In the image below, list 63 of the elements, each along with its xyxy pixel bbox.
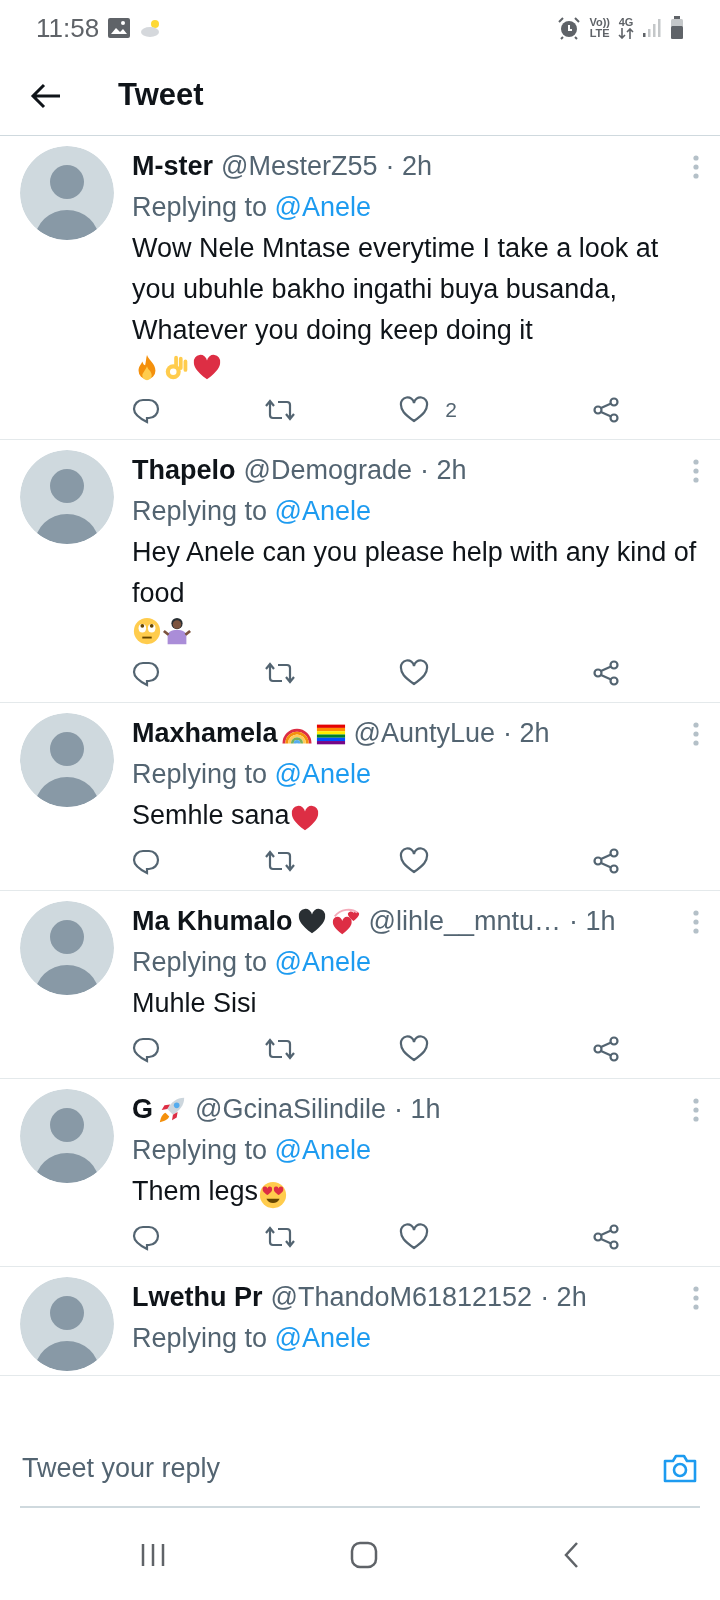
network-label: 4G	[618, 16, 634, 28]
like-icon[interactable]	[399, 396, 430, 424]
data-arrows-icon	[618, 28, 634, 40]
user-handle[interactable]: @lihle__mntu…	[368, 901, 561, 942]
user-handle[interactable]: @GcinaSilindile	[195, 1089, 386, 1130]
post-time: · 1h	[394, 1093, 441, 1126]
like-icon[interactable]	[399, 659, 430, 687]
face-icon	[132, 616, 162, 646]
user-handle[interactable]: @AuntyLue	[353, 713, 496, 754]
clock-time: 11:58	[36, 11, 100, 45]
reply-icon[interactable]	[132, 659, 160, 687]
reply-icon[interactable]	[132, 1223, 160, 1251]
post-time: · 2h	[540, 1281, 587, 1314]
camera-icon[interactable]	[662, 1452, 698, 1484]
tweet-text: Semhle sana	[132, 799, 290, 832]
replying-to-text: Replying to @Anele	[132, 946, 373, 979]
like-icon[interactable]	[399, 1223, 430, 1251]
volte-label: Vo))	[589, 17, 610, 28]
lte-label: LTE	[589, 28, 610, 39]
page-title: Tweet	[118, 76, 204, 115]
user-handle[interactable]: @ThandoM61812152	[270, 1277, 533, 1318]
face-icon	[258, 1180, 289, 1210]
user-name[interactable]: Ma Khumalo	[132, 901, 293, 942]
like-count: 2	[445, 397, 457, 424]
signal-icon	[642, 18, 662, 38]
person-icon	[162, 616, 192, 646]
user-handle[interactable]: @MesterZ55	[221, 146, 378, 187]
post-time: · 2h	[420, 454, 467, 487]
replying-to-text: Replying to @Anele	[132, 758, 373, 791]
user-handle[interactable]: @Demograde	[243, 450, 412, 491]
like-icon[interactable]	[399, 1035, 430, 1063]
share-icon[interactable]	[591, 847, 620, 875]
post-time: · 1h	[569, 905, 616, 938]
share-icon[interactable]	[591, 396, 620, 424]
post-time: · 2h	[385, 150, 432, 183]
reply-icon[interactable]	[132, 396, 160, 424]
share-icon[interactable]	[591, 1035, 620, 1063]
alarm-icon	[557, 16, 582, 40]
like-icon[interactable]	[399, 847, 430, 875]
reply-icon[interactable]	[132, 1035, 160, 1063]
hearts-icon	[330, 906, 361, 937]
user-name[interactable]: Maxhamela	[132, 713, 278, 754]
battery-icon	[670, 16, 684, 40]
user-name[interactable]: Thapelo	[132, 450, 236, 491]
share-icon[interactable]	[591, 659, 620, 687]
tweet-text: Muhle Sisi	[132, 987, 257, 1020]
home-icon[interactable]	[349, 1540, 379, 1570]
share-icon[interactable]	[591, 1223, 620, 1251]
recent-apps-icon[interactable]	[139, 1542, 167, 1568]
replying-to-text: Replying to @Anele	[132, 1134, 373, 1167]
replying-to-text: Replying to @Anele	[132, 191, 373, 224]
replying-to-text: Replying to @Anele	[132, 1322, 373, 1355]
user-name[interactable]: M-ster	[132, 146, 213, 187]
image-icon	[107, 17, 132, 39]
user-name[interactable]: G	[132, 1089, 153, 1130]
tweet-text: Wow Nele Mntase everytime I take a look at you ubuhle bakho ingathi buya busanda, Whatever you doing keep doing it	[132, 232, 660, 347]
tweet-text: Hey Anele can you please help with any kind of food	[132, 536, 698, 610]
back-arrow-icon[interactable]	[30, 81, 62, 110]
post-time: · 2h	[503, 717, 550, 750]
tweet-text: Them legs	[132, 1175, 259, 1208]
reply-icon[interactable]	[132, 847, 160, 875]
user-name[interactable]: Lwethu Pr	[132, 1277, 263, 1318]
replying-to-text: Replying to @Anele	[132, 495, 373, 528]
